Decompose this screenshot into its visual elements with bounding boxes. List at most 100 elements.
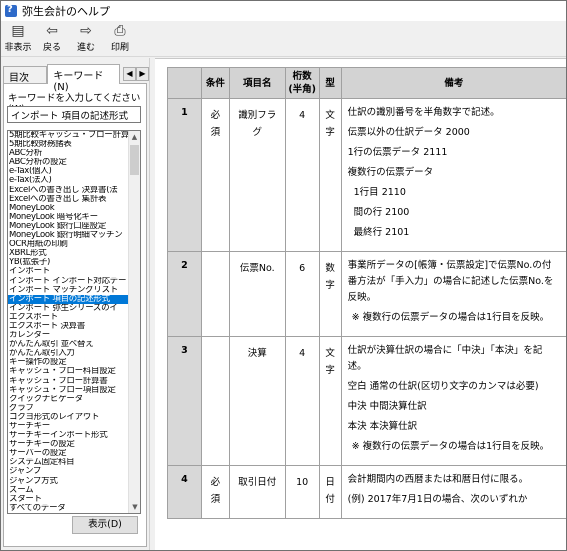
remark-line: 複数行の伝票データ: [347, 167, 434, 178]
keyword-list-item[interactable]: グラフ: [8, 404, 129, 413]
keyword-list-item[interactable]: XBRL形式: [8, 249, 129, 258]
keyword-list-item[interactable]: MoneyLook 銀行明細マッチン: [8, 231, 129, 240]
keyword-panel: キーワードを入力してください(W): 5期比較キャッシュ・フロー計算5期比較財務…: [3, 83, 147, 547]
remark-line: 最終行 2101: [353, 227, 410, 238]
tab-keyword[interactable]: キーワード(N): [47, 64, 120, 93]
cell-item-name: 識別フラグ: [228, 98, 286, 252]
keyword-list-item[interactable]: エクスポート: [8, 313, 129, 322]
keyword-list-item[interactable]: Excelへの書き出し 集計表: [8, 195, 129, 204]
keyword-list[interactable]: 5期比較キャッシュ・フロー計算 5期比較財務諸表 ABC分析 ABC分析の設定 e-Ta…: [7, 130, 141, 514]
header-item-name: 項目名: [228, 67, 286, 99]
cell-item-name: 伝票No.: [228, 251, 286, 337]
display-button[interactable]: 表示(D): [72, 516, 138, 534]
keyword-list-item[interactable]: キャッシュ・フロー計算書: [8, 377, 129, 386]
keyword-list-item[interactable]: MoneyLook: [8, 204, 129, 213]
hide-pane-icon: ▤: [11, 23, 25, 39]
keyword-list-item[interactable]: サーチキーインポート形式: [8, 431, 129, 440]
header-type: 型: [318, 67, 342, 99]
keyword-list-item[interactable]: e-Tax(個人): [8, 167, 129, 176]
forward-arrow-icon: ⇨: [80, 23, 92, 39]
keyword-list-item[interactable]: すべてのデータ データの操作: [8, 513, 129, 514]
keyword-list-item[interactable]: MoneyLook 銀行口座設定: [8, 222, 129, 231]
toolbar: ▤ 非表示 ⇦ 戻る ⇨ 進む ⎙ 印刷: [1, 21, 566, 57]
keyword-list-item[interactable]: すべてのデータ: [8, 504, 129, 513]
keyword-list-item[interactable]: カレンダー: [8, 331, 129, 340]
table-row: 3 決算 4 文字 仕訳が決算仕訳の場合に「中決」「本決」を記述。 空白 通常の仕訳(区切…: [167, 336, 566, 466]
keyword-list-item[interactable]: エクスポート 決算書: [8, 322, 129, 331]
keyword-input[interactable]: [7, 106, 141, 123]
cell-digits: 4: [284, 98, 320, 252]
remark-line: ※ 複数行の伝票データの場合は1行目を反映。: [351, 441, 550, 452]
keyword-list-item[interactable]: スタート: [8, 495, 129, 504]
keyword-list-item[interactable]: インポート 項目の記述形式: [8, 294, 129, 304]
keyword-list-item[interactable]: インポート 弥生シリーズのイ: [8, 304, 129, 313]
back-arrow-icon: ⇦: [46, 23, 58, 39]
tab-scroll-right-icon[interactable]: ▶: [136, 67, 149, 81]
keyword-list-item[interactable]: キャッシュ・フロー項目設定: [8, 386, 129, 395]
keyword-list-item[interactable]: Excelへの書き出し 決算書(法: [8, 186, 129, 195]
keyword-list-item[interactable]: ABC分析: [8, 149, 129, 158]
keyword-list-item[interactable]: OCR用紙の印刷: [8, 240, 129, 249]
scroll-thumb[interactable]: [130, 145, 139, 175]
keyword-list-item[interactable]: YB(拡張子): [8, 258, 129, 267]
row-number: 1: [167, 98, 202, 252]
keyword-list-item[interactable]: ズーム: [8, 486, 129, 495]
keyword-list-item[interactable]: サーチキーの設定: [8, 440, 129, 449]
print-button[interactable]: ⎙ 印刷: [105, 23, 135, 56]
keyword-list-item[interactable]: MoneyLook 暗号化キー: [8, 213, 129, 222]
remark-line: 1行の伝票データ 2111: [347, 147, 448, 158]
keyword-list-item[interactable]: インポート マッチングリスト: [8, 286, 129, 295]
keyword-list-item[interactable]: e-Tax(法人): [8, 176, 129, 185]
cell-remarks: 会計期間内の西暦または和暦日付に限る。 (例) 2017年7月1日の場合、次のいず…: [340, 465, 566, 519]
help-app-icon: [4, 4, 18, 18]
cell-item-name: 取引日付: [228, 465, 286, 519]
hide-button[interactable]: ▤ 非表示: [3, 23, 33, 56]
cell-remarks: 仕訳の識別番号を半角数字で記述。 伝票以外の仕訳データ 2000 1行の伝票データ …: [340, 98, 566, 252]
keyword-list-item[interactable]: サーバーの設定: [8, 449, 129, 458]
cell-digits: 10: [284, 465, 320, 519]
keyword-list-item[interactable]: サーチキー: [8, 422, 129, 431]
scroll-up-icon[interactable]: ▲: [129, 131, 140, 143]
cell-condition: [200, 336, 230, 466]
keyword-list-item[interactable]: クイックナビゲータ: [8, 395, 129, 404]
cell-type: 数字: [318, 251, 342, 337]
cell-item-name: 決算: [228, 336, 286, 466]
remark-line: 1行目 2110: [353, 187, 406, 198]
field-spec-table: 条件 項目名 桁数(半角) 型 備考 1 必須 識別フラグ 4 文字 仕訳の識別番号を半角…: [167, 67, 566, 519]
keyword-list-item[interactable]: コクヨ形式のレイアウト: [8, 413, 129, 422]
hide-button-label: 非表示: [4, 43, 32, 53]
window-title: 弥生会計のヘルプ: [22, 5, 110, 18]
back-button[interactable]: ⇦ 戻る: [37, 23, 67, 56]
cell-type: 文字: [318, 98, 342, 252]
keyword-list-item[interactable]: かんたん取引入力: [8, 349, 129, 358]
cell-type: 日付: [318, 465, 342, 519]
keyword-list-scrollbar[interactable]: ▲ ▼: [128, 131, 140, 513]
keyword-list-item[interactable]: 5期比較財務諸表: [8, 140, 129, 149]
remark-line: 伝票以外の仕訳データ 2000: [347, 127, 470, 138]
keyword-list-item[interactable]: インポート: [8, 267, 129, 276]
help-content: 条件 項目名 桁数(半角) 型 備考 1 必須 識別フラグ 4 文字 仕訳の識別番号を半角…: [155, 58, 566, 550]
keyword-list-item[interactable]: システム固定科目: [8, 458, 129, 467]
forward-button[interactable]: ⇨ 進む: [71, 23, 101, 56]
keyword-list-item[interactable]: かんたん取引 並べ替え: [8, 340, 129, 349]
cell-remarks: 仕訳が決算仕訳の場合に「中決」「本決」を記述。 空白 通常の仕訳(区切り文字のカン…: [340, 336, 566, 466]
remark-line: 中決 中間決算仕訳: [347, 401, 427, 412]
keyword-list-item[interactable]: インポート インポート対応デー: [8, 277, 129, 286]
body-area: 目次(C) キーワード(N) ◀ ▶ キーワードを入力してください(W): 5期…: [1, 58, 566, 550]
keyword-list-item[interactable]: ABC分析の設定: [8, 158, 129, 167]
keyword-list-item[interactable]: キー操作の設定: [8, 358, 129, 367]
row-number: 4: [167, 465, 202, 519]
remark-line: 仕訳が決算仕訳の場合に「中決」「本決」を記述。: [347, 345, 543, 372]
print-button-label: 印刷: [110, 43, 129, 53]
tab-scroll-left-icon[interactable]: ◀: [123, 67, 136, 81]
table-row: 1 必須 識別フラグ 4 文字 仕訳の識別番号を半角数字で記述。 伝票以外の仕訳データ 20…: [167, 98, 566, 252]
keyword-list-item[interactable]: ジャンプ方式: [8, 477, 129, 486]
cell-condition: 必須: [200, 465, 230, 519]
keyword-list-item[interactable]: ジャンプ: [8, 467, 129, 476]
keyword-list-item[interactable]: キャッシュ・フロー科目設定: [8, 367, 129, 376]
table-row: 4 必須 取引日付 10 日付 会計期間内の西暦または和暦日付に限る。 (例) 2017年7…: [167, 465, 566, 519]
cell-type: 文字: [318, 336, 342, 466]
scroll-down-icon[interactable]: ▼: [129, 501, 140, 513]
tab-contents[interactable]: 目次(C): [3, 66, 48, 95]
keyword-list-item[interactable]: 5期比較キャッシュ・フロー計算: [8, 131, 129, 140]
